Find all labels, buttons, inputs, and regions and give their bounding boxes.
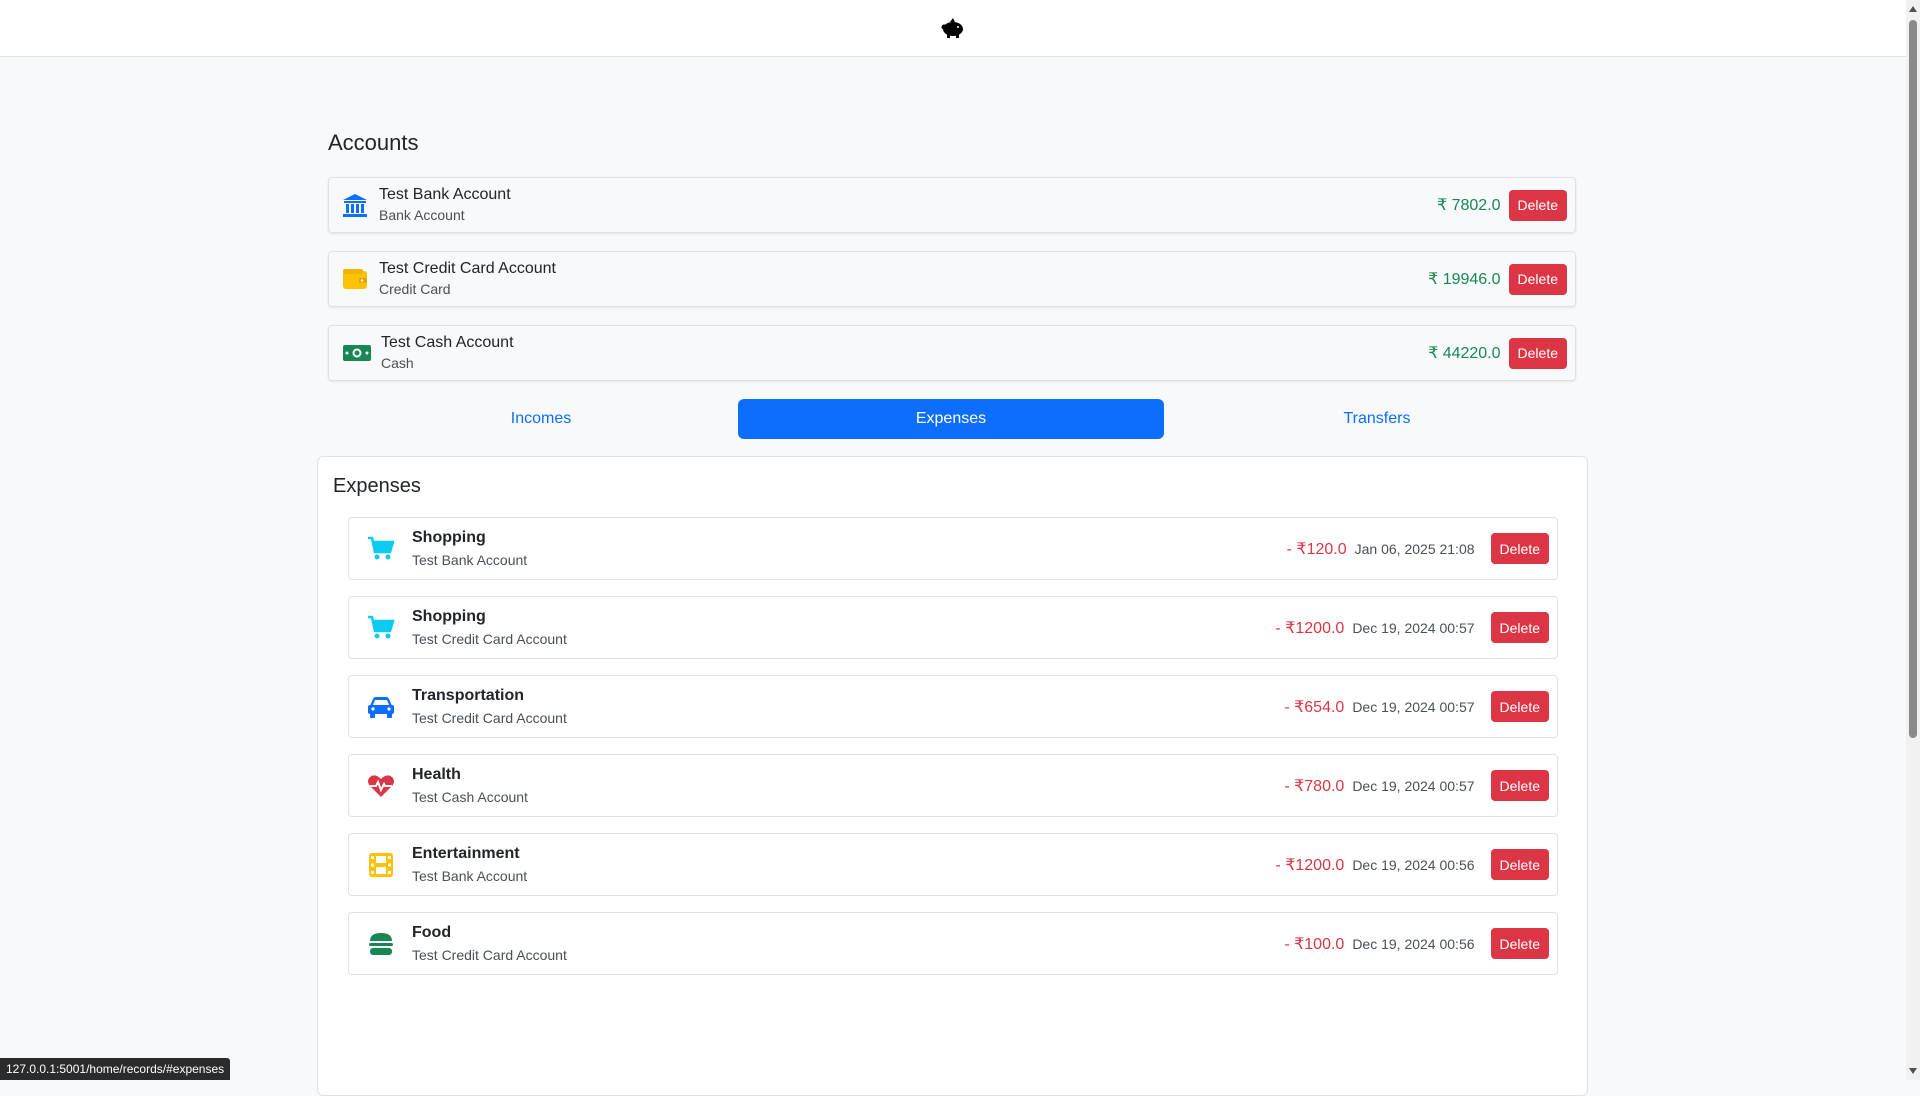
account-balance: ₹ 19946.0 xyxy=(1428,271,1501,288)
account-balance: ₹ 44220.0 xyxy=(1428,345,1501,362)
heart-pulse-icon xyxy=(361,766,401,806)
scroll-down-icon[interactable] xyxy=(1909,1068,1917,1074)
tab-expenses[interactable]: Expenses xyxy=(738,399,1164,439)
expense-category: Shopping xyxy=(412,528,486,546)
account-balance: ₹ 7802.0 xyxy=(1436,197,1501,214)
account-card-credit[interactable]: Test Credit Card Account Credit Card ₹ 1… xyxy=(328,251,1576,307)
accounts-title: Accounts xyxy=(328,130,419,155)
expense-date: Dec 19, 2024 00:57 xyxy=(1352,777,1475,794)
bank-icon xyxy=(335,185,375,225)
status-bar-url: 127.0.0.1:5001/home/records/#expenses xyxy=(0,1058,231,1080)
top-navbar xyxy=(0,0,1906,57)
expense-amount: - ₹654.0 xyxy=(1284,698,1345,716)
piggy-bank-icon[interactable] xyxy=(940,17,966,39)
expense-date: Dec 19, 2024 00:57 xyxy=(1352,698,1475,715)
expense-row[interactable]: Food Test Credit Card Account - ₹100.0 D… xyxy=(348,912,1558,975)
expense-amount: - ₹100.0 xyxy=(1284,935,1345,953)
tab-transfers[interactable]: Transfers xyxy=(1164,399,1590,439)
vertical-scrollbar[interactable] xyxy=(1906,0,1920,1080)
expense-date: Dec 19, 2024 00:56 xyxy=(1352,856,1475,873)
expense-date: Dec 19, 2024 00:57 xyxy=(1352,619,1475,636)
wallet-icon xyxy=(335,259,375,299)
tab-incomes[interactable]: Incomes xyxy=(328,399,754,439)
expense-amount: - ₹120.0 xyxy=(1286,540,1347,558)
delete-expense-button[interactable]: Delete xyxy=(1490,612,1549,643)
burger-icon xyxy=(361,924,401,964)
expense-account: Test Credit Card Account xyxy=(412,709,567,726)
expense-category: Transportation xyxy=(412,686,525,704)
expense-category: Shopping xyxy=(412,607,486,625)
expense-row[interactable]: Transportation Test Credit Card Account … xyxy=(348,675,1558,738)
expense-category: Entertainment xyxy=(412,844,520,862)
account-card-cash[interactable]: Test Cash Account Cash ₹ 44220.0 Delete xyxy=(328,325,1576,381)
expense-amount: - ₹1200.0 xyxy=(1275,856,1345,874)
expenses-panel: Expenses Shopping Test Bank Account - ₹1… xyxy=(317,456,1588,1096)
delete-expense-button[interactable]: Delete xyxy=(1490,691,1549,722)
account-card-bank[interactable]: Test Bank Account Bank Account ₹ 7802.0 … xyxy=(328,177,1576,233)
cash-icon xyxy=(337,333,377,373)
expense-category: Food xyxy=(412,923,452,941)
scrollbar-thumb[interactable] xyxy=(1909,20,1917,738)
expense-row[interactable]: Health Test Cash Account - ₹780.0 Dec 19… xyxy=(348,754,1558,817)
scroll-up-icon[interactable] xyxy=(1909,6,1917,12)
expense-account: Test Cash Account xyxy=(412,788,528,805)
expense-account: Test Credit Card Account xyxy=(412,946,567,963)
expense-category: Health xyxy=(412,765,461,783)
record-tabs: Incomes Expenses Transfers xyxy=(328,399,1576,439)
film-icon xyxy=(361,845,401,885)
delete-account-button[interactable]: Delete xyxy=(1508,263,1567,295)
expense-row[interactable]: Entertainment Test Bank Account - ₹1200.… xyxy=(348,833,1558,896)
account-name: Test Credit Card Account xyxy=(379,260,556,277)
expense-amount: - ₹1200.0 xyxy=(1275,619,1345,637)
account-type: Cash xyxy=(381,355,414,371)
expense-amount: - ₹780.0 xyxy=(1284,777,1345,795)
account-name: Test Cash Account xyxy=(381,334,514,351)
expense-account: Test Bank Account xyxy=(412,551,528,568)
delete-expense-button[interactable]: Delete xyxy=(1490,533,1549,564)
expense-row[interactable]: Shopping Test Credit Card Account - ₹120… xyxy=(348,596,1558,659)
expense-account: Test Bank Account xyxy=(412,867,528,884)
account-type: Bank Account xyxy=(379,207,465,223)
expense-date: Jan 06, 2025 21:08 xyxy=(1354,540,1475,557)
account-name: Test Bank Account xyxy=(379,186,511,203)
delete-account-button[interactable]: Delete xyxy=(1508,337,1567,369)
expense-account: Test Credit Card Account xyxy=(412,630,567,647)
delete-account-button[interactable]: Delete xyxy=(1508,189,1567,221)
delete-expense-button[interactable]: Delete xyxy=(1490,928,1549,959)
car-icon xyxy=(361,687,401,727)
expense-row[interactable]: Shopping Test Bank Account - ₹120.0 Jan … xyxy=(348,517,1558,580)
expenses-title: Expenses xyxy=(333,475,421,497)
cart-icon xyxy=(361,608,401,648)
account-type: Credit Card xyxy=(379,281,451,297)
delete-expense-button[interactable]: Delete xyxy=(1490,770,1549,801)
cart-icon xyxy=(361,529,401,569)
expense-date: Dec 19, 2024 00:56 xyxy=(1352,935,1475,952)
delete-expense-button[interactable]: Delete xyxy=(1490,849,1549,880)
